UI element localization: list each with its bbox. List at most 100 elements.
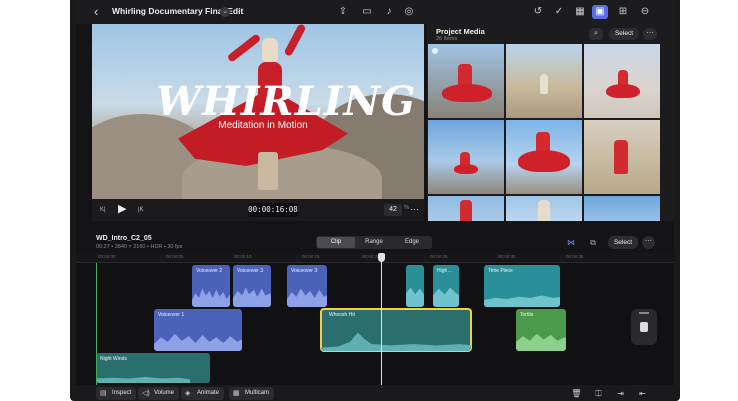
- media-panel-title: Project Media: [436, 27, 485, 36]
- audio-clip-voiceover-2[interactable]: Voiceover 2: [192, 265, 230, 307]
- ruler-tick-label: 00:00:00: [98, 254, 116, 259]
- detach-icon[interactable]: ⇥: [614, 387, 627, 400]
- timeline-select-button[interactable]: Select: [608, 236, 638, 249]
- segment-range[interactable]: Range: [355, 237, 393, 248]
- skip-back-button[interactable]: K|: [100, 204, 106, 216]
- media-thumbnail[interactable]: [506, 44, 582, 118]
- timeline-ruler[interactable]: 00:00:00 00:00:05 00:00:10 00:00:15 00:0…: [76, 253, 674, 263]
- camera-icon[interactable]: ▭: [360, 5, 374, 19]
- microphone-icon[interactable]: ♪: [382, 5, 396, 19]
- timeline-view-icon[interactable]: ⧉: [586, 236, 600, 249]
- waveform: [192, 288, 230, 307]
- checkmark-icon[interactable]: ✓: [552, 5, 566, 19]
- timeline-start-marker: [96, 263, 97, 385]
- ellipsis-icon[interactable]: ⋯: [642, 236, 655, 249]
- back-chevron-icon[interactable]: ‹: [94, 5, 108, 19]
- clip-label: Voiceover 3: [237, 268, 264, 274]
- ellipsis-icon[interactable]: ⋯: [643, 28, 657, 40]
- dancer-skirt: [518, 150, 570, 172]
- subtitle-overlay: Meditation in Motion: [218, 120, 308, 131]
- app-screen: ‹ Whirling Documentary Final Edit ⌄ ⇪ ▭ …: [76, 0, 674, 401]
- ruler-tick-label: 00:00:20: [362, 254, 380, 259]
- animate-icon: ◈: [185, 390, 191, 397]
- audio-clip-whoosh-hit[interactable]: Whoosh Hit: [320, 308, 472, 352]
- waveform: [406, 287, 424, 307]
- volume-button[interactable]: ◁) Volume: [138, 387, 180, 400]
- media-item-count: 26 Items: [436, 36, 458, 42]
- dancer-skirt: [454, 164, 478, 174]
- link-clips-icon[interactable]: ⋈: [564, 236, 578, 249]
- clip-label: Voiceover 1: [158, 312, 185, 318]
- navigator-icon[interactable]: ◎: [402, 5, 416, 19]
- waveform: [484, 295, 560, 307]
- chevron-down-icon[interactable]: ⌄: [220, 7, 230, 17]
- project-media-panel: Project Media 26 Items ⌕ Select ⋯: [427, 24, 674, 221]
- waveform: [516, 333, 566, 351]
- viewer-controls: K| ▶ |K 00:00:16:08 42 % ⋯: [92, 199, 424, 221]
- multicam-button[interactable]: ▦ Multicam: [229, 387, 275, 400]
- bottom-toolbar: ▤ Inspect ◁) Volume ◈ Animate ▦ Multicam 🗑 ⎅…: [76, 385, 674, 401]
- clip-label: Whoosh Hit: [329, 312, 355, 318]
- dancer-arm: [226, 33, 262, 63]
- split-icon[interactable]: ⎅: [592, 387, 605, 400]
- ruler-tick-label: 00:00:05: [166, 254, 184, 259]
- media-thumbnail[interactable]: [584, 44, 660, 118]
- inspector-icon[interactable]: ⊞: [616, 5, 630, 19]
- segment-edge[interactable]: Edge: [393, 237, 431, 248]
- dancer-skirt: [606, 84, 640, 98]
- export-icon[interactable]: ⇪: [336, 5, 350, 19]
- waveform: [433, 287, 459, 307]
- zoom-level[interactable]: 42: [384, 204, 402, 216]
- segment-clip[interactable]: Clip: [317, 237, 355, 248]
- audio-clip-tortila[interactable]: Tortila: [516, 309, 566, 351]
- trash-icon[interactable]: 🗑: [570, 387, 583, 400]
- ruler-tick-label: 00:00:30: [498, 254, 516, 259]
- more-icon[interactable]: ⊖: [638, 5, 652, 19]
- playhead-handle[interactable]: [378, 253, 385, 262]
- waveform: [321, 332, 471, 351]
- media-thumbnail[interactable]: [506, 196, 582, 221]
- dancer-figure: [614, 140, 628, 174]
- timecode-display: 00:00:16:08: [248, 203, 298, 217]
- zoom-track: [639, 312, 649, 314]
- video-viewer[interactable]: WHIRLING Meditation in Motion: [92, 24, 424, 199]
- media-browser-icon[interactable]: ▣: [592, 5, 608, 19]
- speaker-icon: ◁): [142, 390, 150, 397]
- title-overlay: WHIRLING: [156, 78, 417, 125]
- inspect-button[interactable]: ▤ Inspect: [96, 387, 137, 400]
- ellipsis-icon[interactable]: ⋯: [410, 203, 419, 215]
- selected-clip-meta: 00:27 • 3840 × 2160 • HDR • 30 fps: [96, 244, 183, 250]
- ruler-tick-label: 00:00:35: [566, 254, 584, 259]
- play-icon[interactable]: ▶: [118, 203, 126, 215]
- media-thumbnail[interactable]: [428, 196, 504, 221]
- animate-button[interactable]: ◈ Animate: [181, 387, 225, 400]
- media-select-button[interactable]: Select: [609, 28, 639, 40]
- edit-mode-segmented-control: Clip Range Edge: [316, 236, 432, 249]
- audio-clip-voiceover-3[interactable]: Voiceover 3: [287, 265, 327, 307]
- audio-clip-time-piece[interactable]: Time Piece: [484, 265, 560, 307]
- audio-clip-voiceover-3[interactable]: Voiceover 3: [233, 265, 271, 307]
- replace-icon[interactable]: ⇤: [636, 387, 649, 400]
- timeline-zoom-control[interactable]: [631, 309, 657, 345]
- clip-label: Night Winds: [100, 356, 127, 362]
- media-thumbnail[interactable]: [506, 120, 582, 194]
- dancer-arm: [283, 24, 307, 57]
- media-thumbnail[interactable]: [428, 44, 504, 118]
- media-thumbnail[interactable]: [584, 196, 660, 221]
- media-thumbnail[interactable]: [584, 120, 660, 194]
- animate-label: Animate: [197, 390, 220, 396]
- waveform: [287, 288, 327, 307]
- audio-clip-night-winds[interactable]: Night Winds: [96, 353, 210, 383]
- timeline-tracks[interactable]: Voiceover 2 Voiceover 3 Voiceover 3 High…: [76, 263, 674, 385]
- zoom-thumb-icon[interactable]: [640, 322, 648, 332]
- audio-clip-voiceover-1[interactable]: Voiceover 1: [154, 309, 242, 351]
- grid-icon[interactable]: ▦: [573, 5, 587, 19]
- search-icon[interactable]: ⌕: [589, 28, 603, 40]
- audio-clip[interactable]: [406, 265, 424, 307]
- audio-clip-high[interactable]: High…: [433, 265, 459, 307]
- inspect-label: Inspect: [112, 390, 132, 396]
- history-icon[interactable]: ↺: [531, 5, 545, 19]
- media-thumbnail[interactable]: [428, 120, 504, 194]
- skip-forward-button[interactable]: |K: [138, 204, 144, 216]
- playhead[interactable]: [381, 253, 382, 386]
